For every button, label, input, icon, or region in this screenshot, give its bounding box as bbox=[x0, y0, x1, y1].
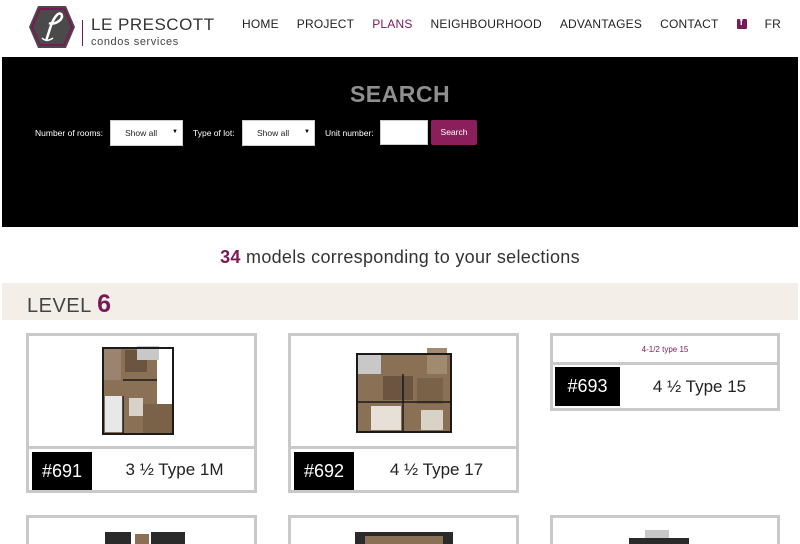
search-panel: SEARCH Number of rooms: Show all ▼ Type … bbox=[2, 57, 798, 227]
level-number: 6 bbox=[97, 290, 112, 318]
unit-number-badge: #693 bbox=[555, 367, 620, 406]
unit-card[interactable]: 4-1/2 type 15 #693 4 ½ Type 15 bbox=[550, 333, 780, 411]
floor-plan-image bbox=[356, 348, 452, 433]
level-header: LEVEL 6 bbox=[2, 283, 798, 320]
unit-card[interactable]: #691 3 ½ Type 1M bbox=[26, 333, 257, 493]
facebook-icon[interactable] bbox=[736, 17, 747, 29]
level-label: LEVEL bbox=[27, 295, 92, 317]
brand-subtitle: condos services bbox=[91, 36, 179, 48]
unit-card-footer: #693 4 ½ Type 15 bbox=[553, 365, 777, 408]
unit-type-label: 4 ½ Type 17 bbox=[389, 460, 484, 479]
site-header: LE PRESCOTT condos services HOME PROJECT… bbox=[0, 0, 800, 57]
nav-item-home[interactable]: HOME bbox=[242, 17, 279, 31]
nav-item-project[interactable]: PROJECT bbox=[297, 17, 354, 31]
lot-type-label: Type of lot: bbox=[193, 128, 235, 138]
rooms-select-value: Show all bbox=[125, 128, 158, 138]
unit-number-badge: #692 bbox=[294, 452, 354, 490]
rooms-select[interactable]: Show all ▼ bbox=[110, 120, 183, 146]
unit-number-badge: #691 bbox=[32, 452, 92, 490]
nav-item-contact[interactable]: CONTACT bbox=[660, 17, 719, 31]
brand-name[interactable]: LE PRESCOTT bbox=[91, 16, 215, 34]
search-button[interactable]: Search bbox=[431, 120, 477, 145]
language-switch[interactable]: FR bbox=[765, 17, 781, 31]
unit-card-footer: #692 4 ½ Type 17 bbox=[291, 446, 516, 490]
dropdown-arrow-icon: ▼ bbox=[304, 129, 310, 135]
unit-type-label: 4 ½ Type 15 bbox=[652, 377, 747, 396]
results-count: 34 bbox=[220, 247, 241, 267]
unit-card-footer: #691 3 ½ Type 1M bbox=[29, 446, 254, 490]
unit-card[interactable] bbox=[288, 515, 519, 544]
results-summary: 34 models corresponding to your selectio… bbox=[0, 247, 800, 268]
unit-card[interactable]: #692 4 ½ Type 17 bbox=[288, 333, 519, 493]
unit-tag-label: 4-1/2 type 15 bbox=[553, 336, 777, 365]
search-title: SEARCH bbox=[349, 81, 451, 107]
floor-plan-image bbox=[102, 346, 174, 435]
results-text: models corresponding to your selections bbox=[240, 247, 580, 267]
level-title: LEVEL 6 bbox=[27, 290, 112, 319]
lot-type-select[interactable]: Show all ▼ bbox=[242, 120, 315, 146]
floor-plan-image bbox=[355, 532, 453, 544]
prescott-hexagon-logo-icon[interactable] bbox=[26, 5, 76, 49]
unit-card[interactable] bbox=[26, 515, 257, 544]
unit-number-label: Unit number: bbox=[325, 128, 374, 138]
floor-plan-image bbox=[105, 532, 185, 544]
dropdown-arrow-icon: ▼ bbox=[172, 129, 178, 135]
unit-type-label: 3 ½ Type 1M bbox=[125, 460, 224, 479]
main-nav: HOME PROJECT PLANS NEIGHBOURHOOD ADVANTA… bbox=[224, 17, 781, 31]
unit-card[interactable] bbox=[550, 515, 780, 544]
floor-plan-image bbox=[629, 530, 689, 544]
nav-item-plans[interactable]: PLANS bbox=[372, 17, 412, 31]
lot-type-select-value: Show all bbox=[257, 128, 290, 138]
nav-item-neighbourhood[interactable]: NEIGHBOURHOOD bbox=[431, 17, 542, 31]
rooms-label: Number of rooms: bbox=[35, 128, 104, 138]
nav-item-advantages[interactable]: ADVANTAGES bbox=[560, 17, 642, 31]
logo-divider bbox=[82, 20, 83, 46]
unit-number-input[interactable] bbox=[380, 120, 428, 145]
